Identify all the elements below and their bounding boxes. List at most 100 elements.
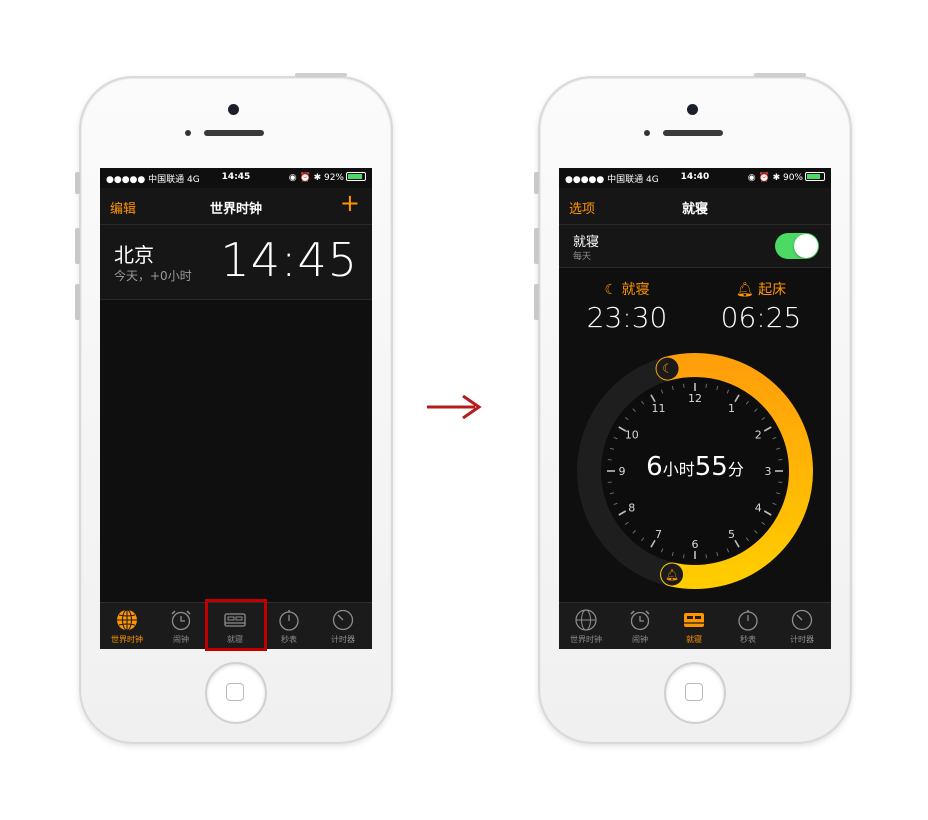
tab-label: 计时器 [790,635,814,644]
page-title: 世界时钟 [209,202,262,217]
sleep-duration: 6小时55分 [559,452,831,482]
status-icons: ◉ ⏰ ✱ [288,173,324,183]
bedtime-label: 就寝 [621,282,650,298]
moon-icon: ☾ [662,362,673,376]
tab-label: 秒表 [740,635,756,644]
power-button [754,73,806,77]
bedtime-tab-highlight [205,599,267,651]
battery-icon [805,172,825,181]
mute-switch [534,172,539,194]
earpiece-speaker [663,130,723,136]
alarm-clock-icon [630,610,650,631]
dial-number: 8 [628,502,635,515]
toggle-knob [794,234,818,258]
tab-stopwatch[interactable]: 秒表 [721,603,775,649]
tab-label: 世界时钟 [111,635,143,644]
wake-label: 起床 [758,282,787,298]
dial-tick [778,481,783,483]
bedtime-handle[interactable]: ☾ [656,357,679,380]
city-row[interactable]: 北京 今天，+0小时 14:45 [100,225,372,300]
toggle-subtitle: 每天 [573,252,592,262]
timer-icon [791,609,813,631]
tab-alarm[interactable]: 闹钟 [154,603,208,649]
right-phone: ●●●●● 中国联通 4G 14:40 ◉ ⏰ ✱ 90% 选项 就寝 就寝 每… [534,73,852,744]
dial-tick [705,554,707,559]
tab-world-clock[interactable]: 世界时钟 [100,603,154,649]
front-camera [228,104,239,115]
city-name: 北京 [114,243,154,267]
toggle-title: 就寝 [573,235,600,250]
dial-tick [705,383,707,388]
dial-number: 6 [692,538,699,551]
dial-number: 10 [625,429,639,442]
tab-label: 闹钟 [173,635,189,644]
front-camera [687,104,698,115]
nav-bar: 选项 就寝 [559,188,831,225]
dial-number: 1 [728,402,735,415]
volume-up-button [75,228,80,264]
power-button [295,73,347,77]
tab-label: 就寝 [686,635,702,644]
arrow-right-icon [427,394,482,420]
tab-bar: 世界时钟 闹钟 就寝 秒表 计时器 [559,602,831,649]
tab-label: 计时器 [331,635,355,644]
battery-percent: 90% [782,173,803,183]
wake-time: 06:25 [720,301,802,334]
globe-icon [575,609,597,631]
hours-unit: 小时 [662,460,695,479]
dial-number: 2 [755,429,762,442]
left-screen: ●●●●● 中国联通 4G 14:45 ◉ ⏰ ✱ 92% 编辑 世界时钟 + … [100,168,372,649]
bedtime-time: 23:30 [586,301,668,334]
dial-tick [683,554,685,559]
tab-alarm[interactable]: 闹钟 [613,603,667,649]
wake-block[interactable]: 🔔︎ 起床 06:25 [711,279,811,334]
tab-label: 秒表 [281,635,297,644]
home-button[interactable] [664,662,726,724]
bedtime-toggle[interactable] [775,233,819,259]
volume-up-button [534,228,539,264]
dial-tick [683,383,685,388]
dial-number: 12 [688,392,702,405]
nav-bar: 编辑 世界时钟 + [100,188,372,225]
bell-icon: 🔔︎ [735,282,754,298]
bed-icon [684,613,704,627]
volume-down-button [534,284,539,320]
add-button[interactable]: + [340,191,360,215]
status-icons: ◉ ⏰ ✱ [747,173,783,183]
page-title: 就寝 [681,202,708,217]
globe-icon [117,609,137,631]
timer-icon [332,609,354,631]
mute-switch [75,172,80,194]
bedtime-toggle-row: 就寝 每天 [559,225,831,268]
tab-world-clock[interactable]: 世界时钟 [559,603,613,649]
alarm-clock-icon [171,610,191,631]
wake-handle[interactable]: 🔔︎ [661,563,684,586]
tab-label: 世界时钟 [570,635,602,644]
status-right: ◉ ⏰ ✱ 90% [748,172,825,183]
tab-bedtime[interactable]: 就寝 [667,603,721,649]
earpiece-speaker [204,130,264,136]
dial-tick [607,481,612,483]
bedtime-block[interactable]: ☾ 就寝 23:30 [577,279,677,334]
bell-icon: 🔔︎ [665,568,679,581]
dial-number: 11 [652,402,666,415]
tab-stopwatch[interactable]: 秒表 [262,603,316,649]
wake-label-row: 🔔︎ 起床 [711,279,811,299]
status-right: ◉ ⏰ ✱ 92% [289,172,366,183]
home-button[interactable] [205,662,267,724]
status-bar: ●●●●● 中国联通 4G 14:45 ◉ ⏰ ✱ 92% [100,168,372,188]
battery-percent: 92% [323,173,344,183]
city-offset: 今天，+0小时 [114,269,192,283]
stopwatch-icon [738,610,758,631]
sensor [644,130,650,136]
moon-icon: ☾ [604,282,618,298]
tab-timer[interactable]: 计时器 [775,603,829,649]
status-bar: ●●●●● 中国联通 4G 14:40 ◉ ⏰ ✱ 90% [559,168,831,188]
city-time: 14:45 [220,233,358,287]
bedtime-label-row: ☾ 就寝 [577,279,677,299]
stopwatch-icon [279,610,299,631]
sensor [185,130,191,136]
battery-icon [346,172,366,181]
tab-timer[interactable]: 计时器 [316,603,370,649]
dial-number: 4 [755,502,762,515]
